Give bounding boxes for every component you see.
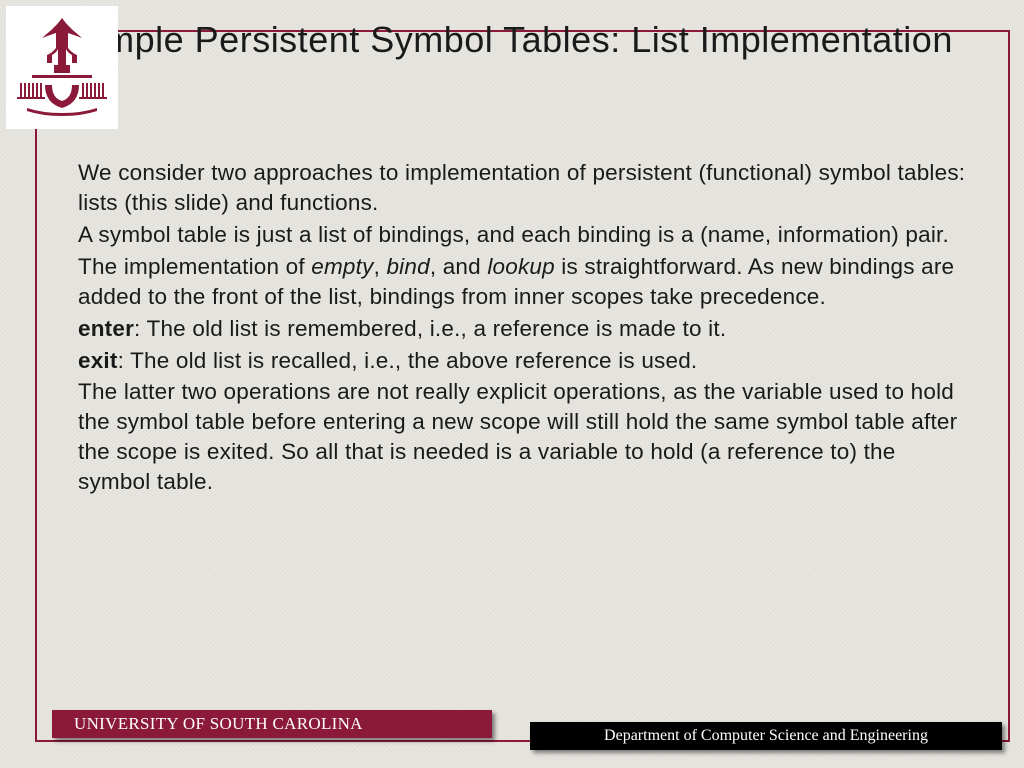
term-empty: empty (311, 254, 373, 279)
slide-content: We consider two approaches to implementa… (78, 158, 972, 499)
term-bind: bind (386, 254, 429, 279)
footer-university: UNIVERSITY OF SOUTH CAROLINA (52, 710, 492, 738)
paragraph-2: A symbol table is just a list of binding… (78, 220, 972, 250)
paragraph-1: We consider two approaches to implementa… (78, 158, 972, 218)
paragraph-6: The latter two operations are not really… (78, 377, 972, 497)
term-lookup: lookup (487, 254, 555, 279)
term-exit: exit (78, 348, 118, 373)
svg-text:1801: 1801 (55, 89, 70, 97)
paragraph-5: exit: The old list is recalled, i.e., th… (78, 346, 972, 376)
university-logo: 1801 (6, 6, 118, 129)
term-enter: enter (78, 316, 134, 341)
paragraph-3: The implementation of empty, bind, and l… (78, 252, 972, 312)
slide-title: Simple Persistent Symbol Tables: List Im… (0, 16, 1024, 65)
paragraph-4: enter: The old list is remembered, i.e.,… (78, 314, 972, 344)
footer-department: Department of Computer Science and Engin… (530, 722, 1002, 750)
